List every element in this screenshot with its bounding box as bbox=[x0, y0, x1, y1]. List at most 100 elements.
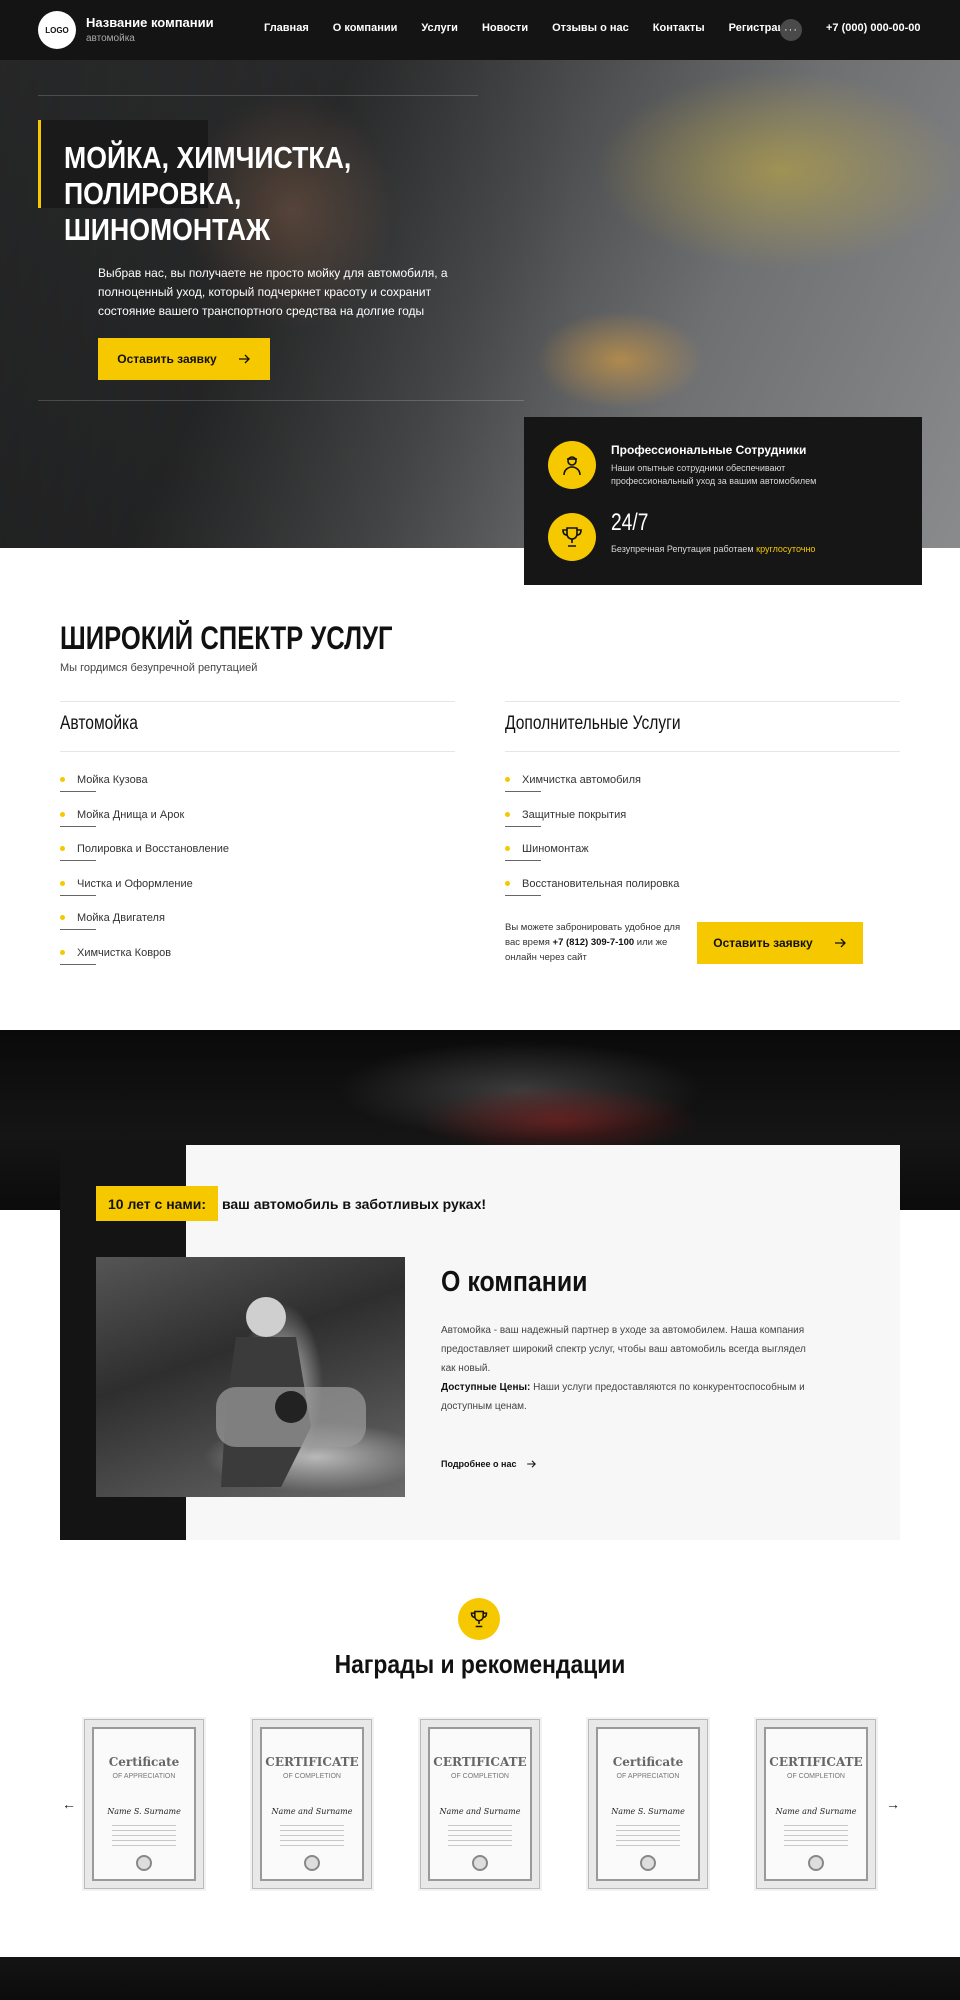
hero-divider-bottom bbox=[38, 400, 524, 401]
about-more-link[interactable]: Подробнее о нас bbox=[441, 1459, 537, 1469]
car-wash-list: Мойка Кузова Мойка Днища и Арок Полировк… bbox=[60, 773, 440, 980]
certificate-title: CERTIFICATE bbox=[433, 1755, 527, 1769]
certificate-text-lines bbox=[280, 1825, 344, 1847]
main-nav: Главная О компании Услуги Новости Отзывы… bbox=[264, 22, 821, 34]
seal-icon bbox=[136, 1855, 152, 1871]
seal-icon bbox=[808, 1855, 824, 1871]
certificate-frame: CERTIFICATE OF COMPLETION Name and Surna… bbox=[260, 1727, 364, 1881]
certificate-text-lines bbox=[448, 1825, 512, 1847]
certificate-title: CERTIFICATE bbox=[769, 1755, 863, 1769]
hero-title: МОЙКА, ХИМЧИСТКА, ПОЛИРОВКА, ШИНОМОНТАЖ bbox=[64, 140, 352, 247]
extra-services-column-title: Дополнительные Услуги bbox=[505, 713, 681, 734]
logo[interactable]: LOGO bbox=[38, 11, 76, 49]
nav-about[interactable]: О компании bbox=[333, 22, 398, 34]
services-subtitle: Мы гордимся безупречной репутацией bbox=[60, 662, 258, 674]
certificate-subtitle: OF APPRECIATION bbox=[112, 1773, 176, 1780]
brand[interactable]: Название компании автомойка bbox=[86, 15, 214, 44]
certificate-name: Name and Surname bbox=[439, 1807, 521, 1816]
worker-icon bbox=[548, 441, 596, 489]
services-title: ШИРОКИЙ СПЕКТР УСЛУГ bbox=[60, 620, 393, 656]
years-badge-rest-text: ваш автомобиль в заботливых руках! bbox=[221, 1195, 487, 1212]
hero-request-label: Оставить заявку bbox=[117, 352, 217, 366]
certificate-title: Certificate bbox=[108, 1755, 180, 1769]
arrow-right-icon bbox=[238, 354, 250, 364]
col1-line-top bbox=[60, 701, 455, 702]
about-text: Автомойка - ваш надежный партнер в уходе… bbox=[441, 1321, 821, 1416]
hero-description: Выбрав нас, вы получаете не просто мойку… bbox=[98, 266, 448, 318]
feature-247-text: Безупречная Репутация работаем круглосут… bbox=[611, 543, 851, 556]
feature-247-text-main: Безупречная Репутация работаем bbox=[611, 544, 754, 554]
nav-home[interactable]: Главная bbox=[264, 22, 309, 34]
certificate-name: Name and Surname bbox=[775, 1807, 857, 1816]
certificate-card[interactable]: CERTIFICATE OF COMPLETION Name and Surna… bbox=[252, 1719, 372, 1889]
about-paragraph-1: Автомойка - ваш надежный партнер в уходе… bbox=[441, 1325, 806, 1374]
certificate-name: Name and Surname bbox=[271, 1807, 353, 1816]
nav-services[interactable]: Услуги bbox=[421, 22, 458, 34]
list-item[interactable]: Химчистка автомобиля bbox=[505, 773, 885, 808]
page: LOGO Название компании автомойка Главная… bbox=[0, 0, 960, 2000]
hero-divider-top bbox=[38, 95, 478, 96]
nav-reviews[interactable]: Отзывы о нас bbox=[552, 22, 629, 34]
certificate-card[interactable]: CERTIFICATE OF COMPLETION Name and Surna… bbox=[756, 1719, 876, 1889]
certificate-subtitle: OF APPRECIATION bbox=[616, 1773, 680, 1780]
list-item[interactable]: Мойка Двигателя bbox=[60, 911, 440, 946]
arrow-right-icon bbox=[834, 938, 846, 948]
certificate-frame: CERTIFICATE OF COMPLETION Name and Surna… bbox=[764, 1727, 868, 1881]
list-item[interactable]: Чистка и Оформление bbox=[60, 877, 440, 912]
feature-247-highlight: круглосуточно bbox=[756, 544, 816, 554]
nav-news[interactable]: Новости bbox=[482, 22, 528, 34]
certificate-card[interactable]: Certificate OF APPRECIATION Name S. Surn… bbox=[588, 1719, 708, 1889]
list-item[interactable]: Полировка и Восстановление bbox=[60, 842, 440, 877]
list-item[interactable]: Восстановительная полировка bbox=[505, 877, 885, 912]
header-phone[interactable]: +7 (000) 000-00-00 bbox=[826, 22, 920, 34]
services-request-button[interactable]: Оставить заявку bbox=[697, 922, 863, 964]
services-request-label: Оставить заявку bbox=[713, 936, 813, 950]
site-header: LOGO Название компании автомойка Главная… bbox=[0, 0, 960, 60]
about-more-label: Подробнее о нас bbox=[441, 1459, 517, 1469]
certificate-card[interactable]: Certificate OF APPRECIATION Name S. Surn… bbox=[84, 1719, 204, 1889]
certificate-subtitle: OF COMPLETION bbox=[787, 1773, 845, 1780]
certificate-frame: CERTIFICATE OF COMPLETION Name and Surna… bbox=[428, 1727, 532, 1881]
company-name: Название компании bbox=[86, 15, 214, 30]
carousel-prev-button[interactable]: ← bbox=[62, 1796, 76, 1812]
col2-line-top bbox=[505, 701, 900, 702]
seal-icon bbox=[304, 1855, 320, 1871]
extra-services-list: Химчистка автомобиля Защитные покрытия Ш… bbox=[505, 773, 885, 911]
about-prices-label: Доступные Цены: bbox=[441, 1382, 531, 1393]
hero-request-button[interactable]: Оставить заявку bbox=[98, 338, 270, 380]
carousel-next-button[interactable]: → bbox=[886, 1796, 900, 1812]
award-icon bbox=[458, 1598, 500, 1640]
certificate-subtitle: OF COMPLETION bbox=[283, 1773, 341, 1780]
certificate-card[interactable]: CERTIFICATE OF COMPLETION Name and Surna… bbox=[420, 1719, 540, 1889]
years-badge: 10 лет с нами: ваш автомобиль в заботлив… bbox=[96, 1186, 487, 1221]
arrow-right-icon bbox=[526, 1460, 536, 1468]
list-item[interactable]: Защитные покрытия bbox=[505, 808, 885, 843]
about-title: О компании bbox=[441, 1266, 588, 1298]
certificate-title: Certificate bbox=[612, 1755, 684, 1769]
years-badge-rest: ваш автомобиль в заботливых руках! bbox=[218, 1186, 487, 1221]
worker-polishing-illustration bbox=[216, 1297, 366, 1487]
col2-line-bottom bbox=[505, 751, 900, 752]
seal-icon bbox=[640, 1855, 656, 1871]
certificate-title: CERTIFICATE bbox=[265, 1755, 359, 1769]
list-item[interactable]: Мойка Кузова bbox=[60, 773, 440, 808]
certificate-text-lines bbox=[616, 1825, 680, 1847]
features-panel: Профессиональные Сотрудники Наши опытные… bbox=[524, 417, 922, 585]
col1-line-bottom bbox=[60, 751, 455, 752]
list-item[interactable]: Мойка Днища и Арок bbox=[60, 808, 440, 843]
nav-contacts[interactable]: Контакты bbox=[653, 22, 705, 34]
list-item[interactable]: Химчистка Ковров bbox=[60, 946, 440, 981]
about-photo bbox=[96, 1257, 405, 1497]
seal-icon bbox=[472, 1855, 488, 1871]
certificate-text-lines bbox=[112, 1825, 176, 1847]
company-subtitle: автомойка bbox=[86, 33, 135, 44]
booking-text: Вы можете забронировать удобное для вас … bbox=[505, 920, 685, 965]
list-item[interactable]: Шиномонтаж bbox=[505, 842, 885, 877]
booking-phone[interactable]: +7 (812) 309-7-100 bbox=[553, 937, 635, 948]
certificate-name: Name S. Surname bbox=[611, 1807, 685, 1816]
feature-staff-text: Наши опытные сотрудники обеспечивают про… bbox=[611, 463, 817, 486]
years-badge-highlight: 10 лет с нами: bbox=[108, 1195, 207, 1212]
awards-title: Награды и рекомендации bbox=[334, 1649, 626, 1679]
trophy-icon bbox=[548, 513, 596, 561]
more-menu-button[interactable]: ··· bbox=[780, 19, 802, 41]
